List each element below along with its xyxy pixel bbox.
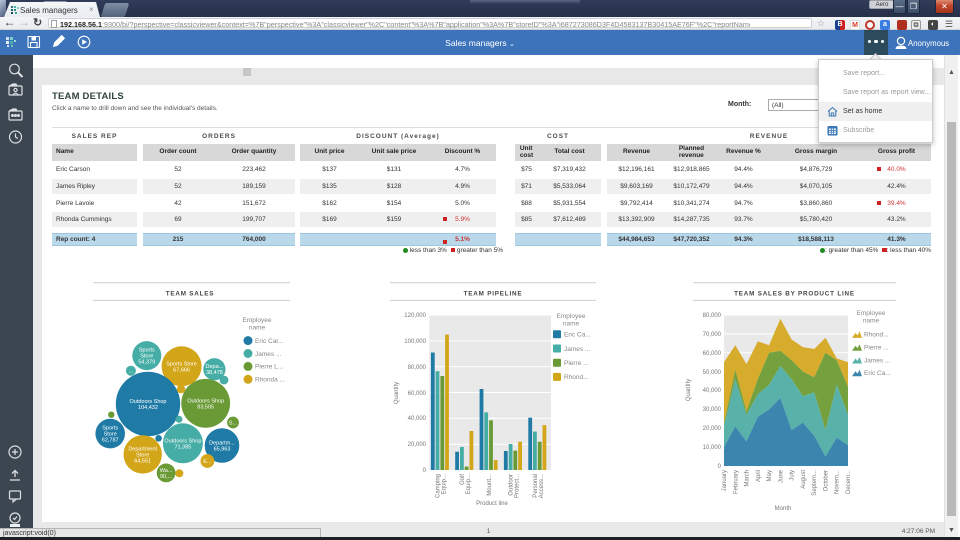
svg-text:Employee: Employee (857, 310, 886, 317)
svg-text:...: ... (129, 369, 134, 375)
svg-text:January: January (722, 470, 728, 491)
svg-text:June: June (778, 469, 784, 483)
svg-text:Protect...: Protect... (515, 474, 521, 498)
svg-text:Employee: Employee (243, 317, 272, 324)
svg-text:64,551: 64,551 (134, 458, 151, 464)
svg-text:Pierre L...: Pierre L... (255, 364, 283, 371)
svg-text:October: October (823, 470, 829, 491)
svg-text:Rhond...: Rhond... (564, 374, 589, 381)
svg-text:Eric Car...: Eric Car... (255, 338, 284, 345)
svg-text:Rhond...: Rhond... (864, 332, 889, 339)
svg-text:Mount...: Mount... (487, 474, 493, 496)
svg-text:Pierre ...: Pierre ... (564, 360, 589, 367)
svg-text:80,000: 80,000 (703, 313, 722, 319)
svg-text:May: May (767, 470, 773, 481)
svg-text:38,478: 38,478 (206, 370, 223, 376)
svg-text:Access...: Access... (539, 474, 545, 499)
svg-text:name: name (863, 318, 880, 325)
svg-text:0: 0 (718, 464, 722, 470)
svg-text:83,505: 83,505 (197, 404, 214, 410)
svg-text:54,379: 54,379 (138, 360, 155, 366)
svg-text:100,000: 100,000 (404, 339, 426, 345)
svg-text:Decem...: Decem... (846, 470, 852, 494)
svg-text:Equip...: Equip... (466, 474, 472, 495)
svg-text:Rhonda ...: Rhonda ... (255, 377, 285, 384)
svg-text:E...: E... (203, 459, 212, 465)
svg-text:April: April (756, 470, 762, 482)
svg-text:20,000: 20,000 (703, 426, 722, 432)
svg-text:71,385: 71,385 (174, 444, 191, 450)
svg-text:40,000: 40,000 (408, 416, 427, 422)
svg-text:James ...: James ... (255, 351, 282, 358)
svg-text:104,432: 104,432 (138, 405, 158, 411)
svg-text:50,000: 50,000 (703, 370, 722, 376)
svg-text:65,963: 65,963 (214, 447, 231, 453)
svg-text:Equip...: Equip... (442, 474, 448, 495)
svg-text:Novem...: Novem... (835, 470, 841, 494)
svg-text:Month: Month (775, 506, 792, 512)
svg-text:10,000: 10,000 (703, 445, 722, 451)
svg-text:Quantity: Quantity (394, 382, 400, 404)
svg-text:name: name (563, 321, 580, 328)
svg-text:March: March (745, 470, 751, 487)
svg-text:60,000: 60,000 (703, 351, 722, 357)
svg-text:0: 0 (423, 468, 427, 474)
svg-text:40,000: 40,000 (703, 388, 722, 394)
svg-text:August: August (801, 470, 807, 489)
svg-text:80,000: 80,000 (408, 365, 427, 371)
svg-text:70,000: 70,000 (703, 332, 722, 338)
svg-text:60,000: 60,000 (408, 391, 427, 397)
svg-text:62,787: 62,787 (102, 438, 119, 444)
svg-text:name: name (249, 325, 266, 332)
svg-text:120,000: 120,000 (404, 313, 426, 319)
svg-text:S...: S... (229, 421, 238, 427)
svg-text:30,000: 30,000 (703, 407, 722, 413)
svg-text:Eric Ca...: Eric Ca... (564, 332, 591, 339)
svg-text:Eric Ca...: Eric Ca... (864, 370, 891, 377)
svg-text:July: July (790, 470, 796, 481)
svg-text:Employee: Employee (557, 313, 586, 320)
svg-text:Pierre ...: Pierre ... (864, 345, 889, 352)
svg-text:Quantity: Quantity (686, 379, 692, 401)
svg-text:TEAM PIPELINE: TEAM PIPELINE (464, 291, 523, 298)
svg-text:February: February (733, 470, 739, 494)
svg-text:20,000: 20,000 (408, 442, 427, 448)
svg-text:Septem...: Septem... (812, 470, 818, 496)
svg-text:90,...: 90,... (160, 474, 173, 480)
svg-text:TEAM SALES BY PRODUCT LINE: TEAM SALES BY PRODUCT LINE (734, 291, 855, 298)
svg-text:TEAM SALES: TEAM SALES (166, 291, 215, 298)
svg-text:James ...: James ... (564, 346, 591, 353)
svg-text:67,666: 67,666 (173, 367, 190, 373)
svg-text:Product line: Product line (476, 501, 508, 507)
svg-text:James ...: James ... (864, 357, 891, 364)
